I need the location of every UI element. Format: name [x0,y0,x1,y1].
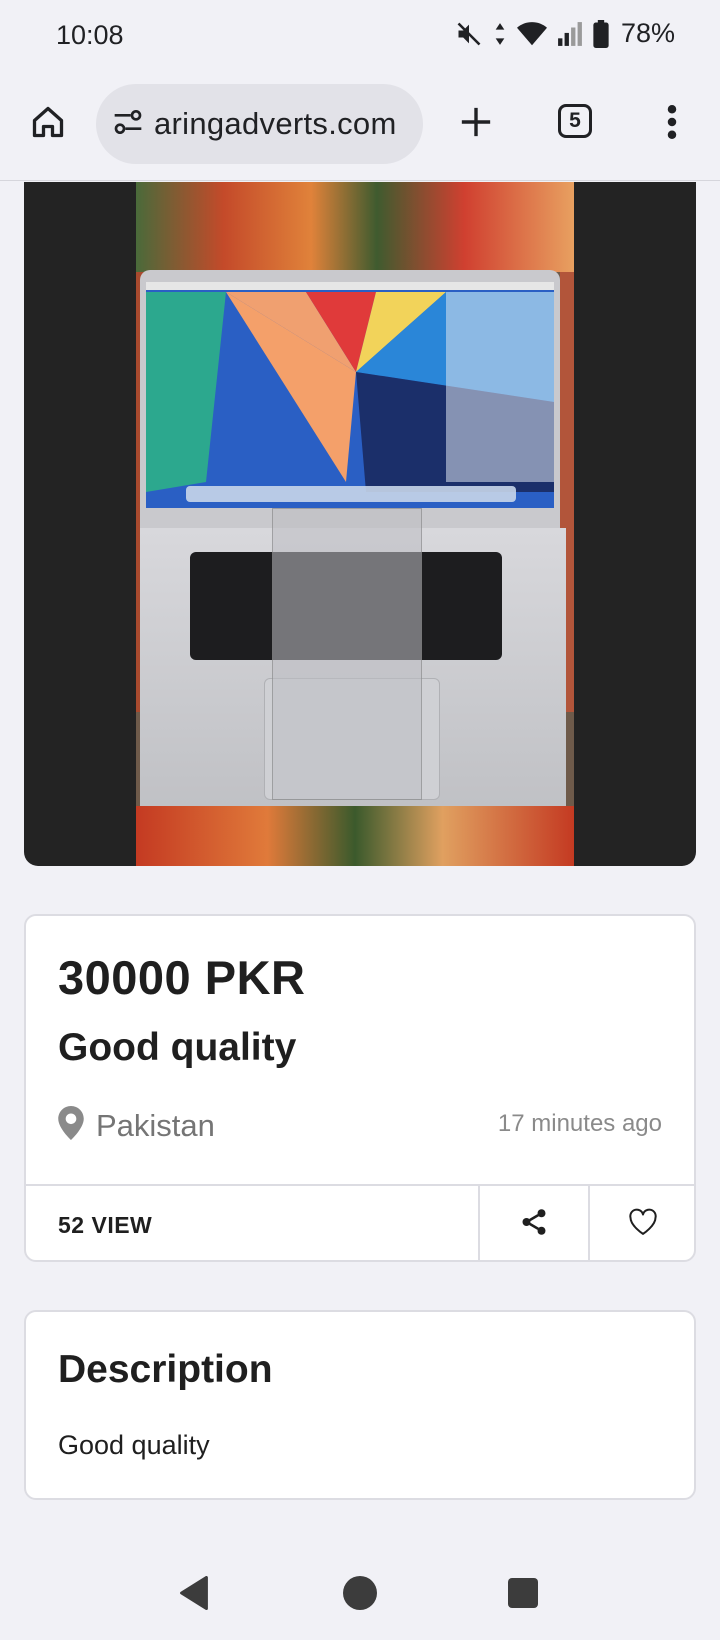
listing-image-panel[interactable] [24,182,696,866]
new-tab-icon [459,105,493,144]
site-settings-icon[interactable] [112,106,144,143]
home-icon [30,104,66,145]
favorite-button[interactable] [590,1186,696,1262]
posted-time: 17 minutes ago [497,1110,662,1137]
back-icon[interactable] [178,1576,210,1615]
data-arrows-icon [493,21,507,47]
view-count: 52 VIEW [58,1212,153,1238]
listing-location: Pakistan [58,1106,215,1145]
signal-icon [557,21,583,47]
tab-switcher-button[interactable]: 5 [558,104,592,138]
home-button[interactable] [24,100,72,148]
description-card: Description Good quality [24,1310,696,1500]
listing-photo [136,182,574,866]
listing-title: Good quality [58,1026,297,1069]
share-button[interactable] [480,1186,588,1262]
status-icons: 78% [455,18,675,49]
laptop-image [140,270,560,532]
status-time: 10:08 [56,20,124,50]
new-tab-button[interactable] [452,100,500,148]
mute-icon [455,20,483,48]
browser-toolbar: aringadverts.com 5 [0,72,720,181]
system-nav-bar [0,1560,720,1640]
location-text: Pakistan [96,1107,215,1143]
recents-icon[interactable] [508,1578,538,1608]
address-bar[interactable]: aringadverts.com [96,84,423,164]
tab-count: 5 [569,109,581,132]
home-circle-icon[interactable] [343,1576,377,1610]
thumbnail-overlay [272,508,422,800]
more-menu-button[interactable] [652,100,692,148]
description-heading: Description [58,1348,273,1391]
url-text: aringadverts.com [154,106,397,141]
wifi-icon [516,21,547,47]
listing-card: 30000 PKR Good quality Pakistan 17 minut… [24,914,696,1262]
battery-percent: 78% [620,18,675,48]
description-body: Good quality [58,1430,210,1460]
heart-icon [628,1208,658,1241]
share-icon [519,1207,549,1242]
battery-icon [593,19,609,48]
location-pin-icon [58,1106,84,1145]
listing-price: 30000 PKR [58,951,306,1004]
status-bar: 10:08 78% [0,0,720,72]
more-menu-icon [666,104,678,144]
